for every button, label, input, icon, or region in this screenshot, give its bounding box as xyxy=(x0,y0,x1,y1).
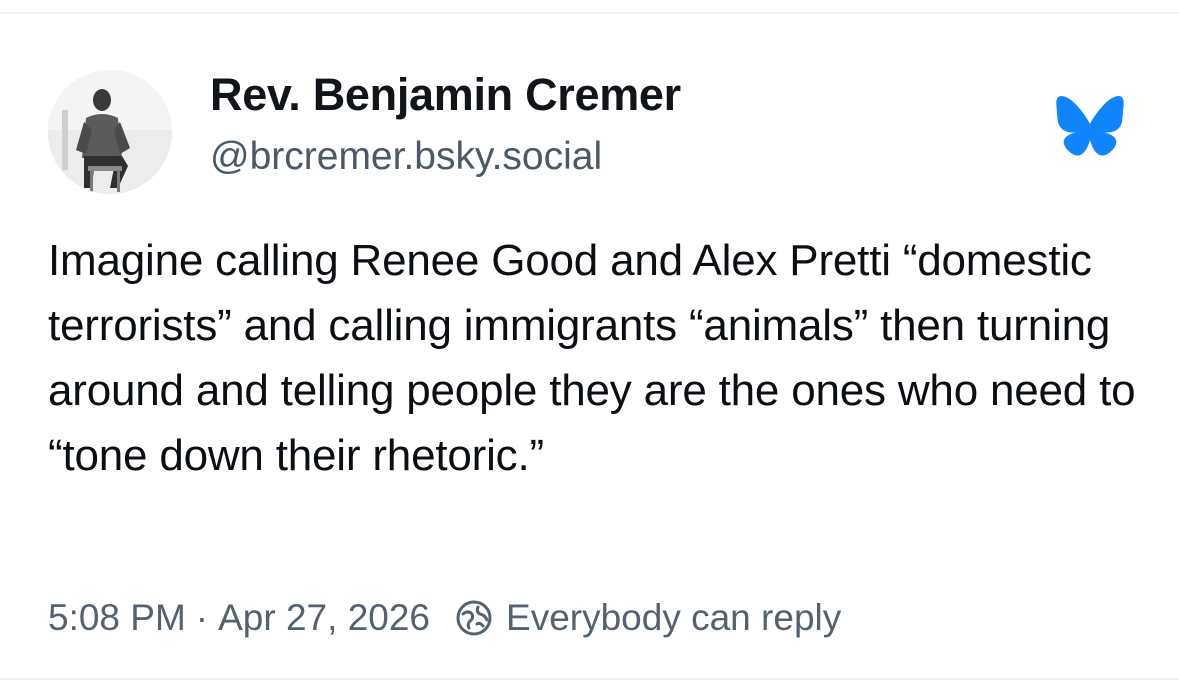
post-text: Imagine calling Renee Good and Alex Pret… xyxy=(48,236,1136,480)
avatar-photo-icon xyxy=(48,70,172,194)
post-time[interactable]: 5:08 PM xyxy=(48,597,186,639)
author-handle[interactable]: @brcremer.bsky.social xyxy=(210,135,602,179)
reply-setting-label[interactable]: Everybody can reply xyxy=(506,597,841,639)
reply-permission-icon xyxy=(456,600,492,636)
bluesky-butterfly-icon[interactable] xyxy=(1055,96,1125,156)
author-display-name[interactable]: Rev. Benjamin Cremer xyxy=(210,70,681,120)
post-meta: 5:08 PM · Apr 27, 2026 Everybody can rep… xyxy=(48,594,841,642)
post-card: Rev. Benjamin Cremer @brcremer.bsky.soci… xyxy=(0,0,1179,699)
author-avatar[interactable] xyxy=(48,70,172,194)
meta-separator: · xyxy=(195,597,209,638)
post-date[interactable]: Apr 27, 2026 xyxy=(218,597,430,639)
top-divider xyxy=(0,12,1179,14)
bottom-divider xyxy=(0,678,1179,680)
